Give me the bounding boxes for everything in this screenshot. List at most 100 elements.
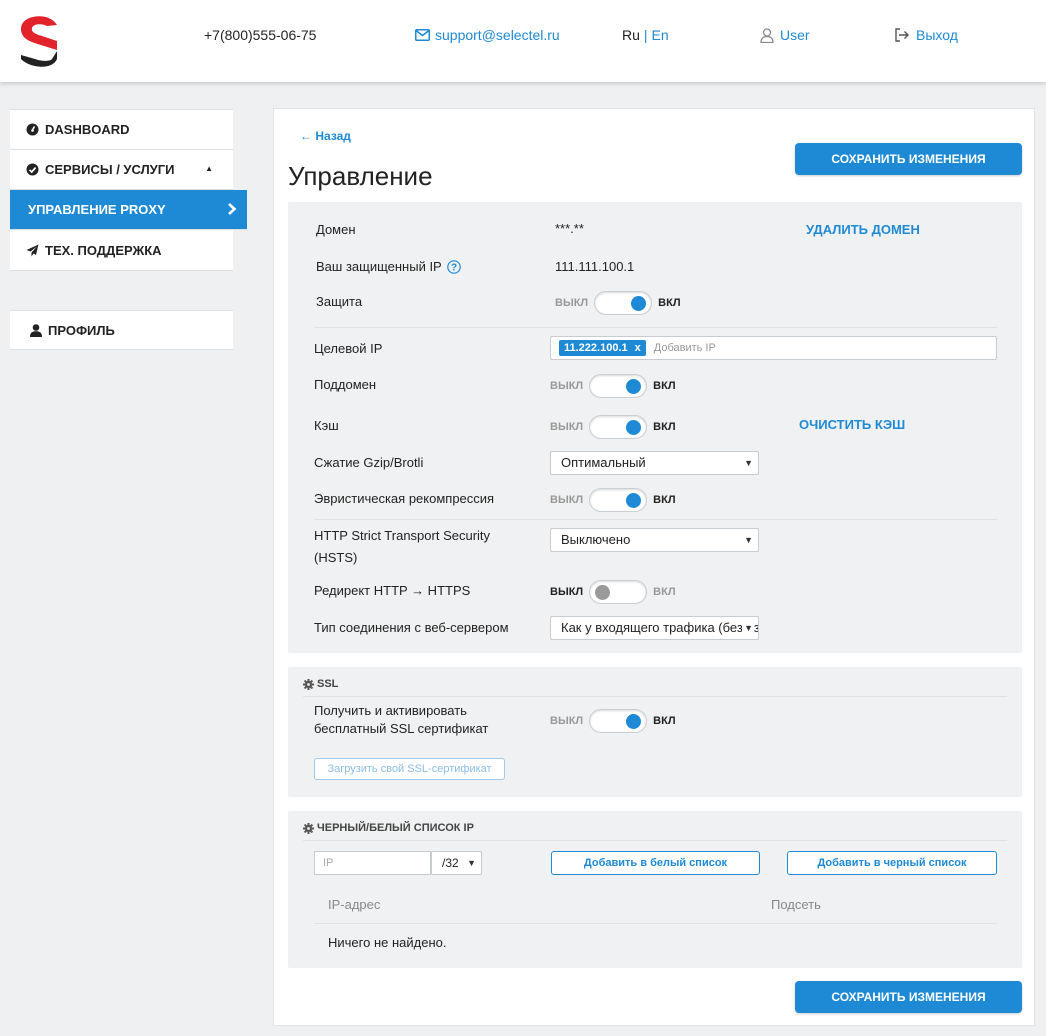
top-header: +7(800)555-06-75 support@selectel.ru Ru |…: [0, 0, 1046, 82]
sidebar-item-label: ТЕХ. ПОДДЕРЖКА: [45, 242, 162, 258]
heuristic-label: Эвристическая рекомпрессия: [314, 491, 495, 506]
lang-separator: |: [643, 27, 648, 43]
svg-text:?: ?: [451, 262, 457, 273]
divider: [314, 327, 997, 328]
hsts-select[interactable]: Выключено ▼: [550, 528, 759, 552]
toggle-off-label: ВЫКЛ: [555, 297, 589, 309]
ssl-label: Получить и активировать бесплатный SSL с…: [314, 702, 488, 738]
ip-input[interactable]: IP: [314, 851, 431, 875]
target-ip-label: Целевой IP: [314, 341, 383, 356]
toggle-on-label: ВКЛ: [658, 297, 681, 309]
toggle-knob: [626, 420, 642, 435]
domain-value: ***.**: [555, 221, 584, 236]
toggle-switch[interactable]: [589, 580, 648, 604]
add-blacklist-button[interactable]: Добавить в черный список: [787, 851, 997, 875]
lang-ru[interactable]: Ru: [622, 27, 640, 43]
caret-up-icon: ▲: [205, 164, 213, 173]
upload-ssl-button[interactable]: Загрузить свой SSL-сертификат: [314, 758, 505, 780]
gzip-label: Сжатие Gzip/Brotli: [314, 455, 424, 470]
toggle-on-label: ВКЛ: [653, 715, 676, 727]
ssl-toggle[interactable]: ВЫКЛ ВКЛ: [550, 709, 676, 733]
question-circle-icon[interactable]: ?: [446, 259, 461, 274]
redirect-toggle[interactable]: ВЫКЛ ВКЛ: [550, 580, 676, 604]
ip-list-heading-text: ЧЕРНЫЙ/БЕЛЫЙ СПИСОК IP: [317, 822, 474, 834]
cache-toggle[interactable]: ВЫКЛ ВКЛ: [550, 415, 676, 439]
toggle-knob: [626, 493, 642, 508]
subdomain-label: Поддомен: [314, 377, 377, 392]
toggle-off-label: ВЫКЛ: [550, 421, 584, 433]
subdomain-toggle[interactable]: ВЫКЛ ВКЛ: [550, 374, 676, 398]
sidebar-item-label: DASHBOARD: [45, 122, 130, 137]
check-circle-icon: [26, 163, 39, 176]
column-header-ip: IP-адрес: [328, 897, 381, 912]
heuristic-toggle[interactable]: ВЫКЛ ВКЛ: [550, 488, 676, 512]
sidebar-item-profile[interactable]: ПРОФИЛЬ: [10, 311, 233, 349]
ip-list-heading: ЧЕРНЫЙ/БЕЛЫЙ СПИСОК IP: [303, 822, 474, 834]
sidebar-item-services[interactable]: СЕРВИСЫ / УСЛУГИ ▲: [10, 150, 233, 190]
selectel-logo[interactable]: [18, 13, 60, 69]
user-menu[interactable]: User: [760, 26, 810, 44]
toggle-off-label: ВЫКЛ: [550, 715, 584, 727]
column-header-subnet: Подсеть: [771, 897, 821, 912]
ssl-heading-text: SSL: [317, 678, 339, 690]
ssl-heading: SSL: [303, 678, 338, 690]
toggle-switch[interactable]: [589, 709, 648, 733]
domain-label: Домен: [316, 222, 356, 237]
toggle-off-label: ВЫКЛ: [550, 586, 584, 598]
protected-ip-label: Ваш защищенный IP: [316, 259, 442, 274]
protection-toggle[interactable]: ВЫКЛ ВКЛ: [555, 291, 681, 315]
ssl-section: SSL Получить и активировать бесплатный S…: [288, 667, 1022, 797]
conn-type-selected-value: Как у входящего трафика (без изменений): [561, 620, 758, 635]
add-whitelist-button[interactable]: Добавить в белый список: [551, 851, 760, 875]
logout-link[interactable]: Выход: [894, 26, 958, 44]
caret-down-icon: ▼: [465, 852, 476, 874]
support-phone: +7(800)555-06-75: [204, 27, 317, 43]
back-link[interactable]: ← Назад: [300, 129, 351, 143]
clear-cache-link[interactable]: ОЧИСТИТЬ КЭШ: [799, 417, 905, 432]
caret-down-icon: ▼: [742, 452, 753, 474]
ip-tag: 11.222.100.1 x: [559, 340, 646, 356]
caret-down-icon: ▼: [742, 617, 753, 639]
sidebar-item-dashboard[interactable]: DASHBOARD: [10, 110, 233, 150]
divider: [303, 696, 1007, 697]
sidebar-item-support[interactable]: ТЕХ. ПОДДЕРЖКА: [10, 230, 233, 270]
sidebar-item-proxy[interactable]: УПРАВЛЕНИЕ PROXY: [10, 190, 247, 230]
delete-domain-link[interactable]: УДАЛИТЬ ДОМЕН: [806, 222, 920, 237]
toggle-knob: [626, 714, 642, 729]
save-changes-button-top[interactable]: СОХРАНИТЬ ИЗМЕНЕНИЯ: [795, 143, 1022, 175]
sidebar-item-label: УПРАВЛЕНИЕ PROXY: [28, 202, 166, 217]
language-switcher: Ru | En: [622, 26, 669, 44]
empty-table-message: Ничего не найдено.: [328, 935, 447, 950]
protected-ip-label-row: Ваш защищенный IP ?: [316, 259, 461, 274]
save-changes-button-bottom[interactable]: СОХРАНИТЬ ИЗМЕНЕНИЯ: [795, 981, 1022, 1013]
toggle-switch[interactable]: [589, 488, 648, 512]
gzip-select[interactable]: Оптимальный ▼: [550, 451, 759, 475]
lang-en[interactable]: En: [652, 27, 669, 43]
target-ip-input[interactable]: 11.222.100.1 x Добавить IP: [550, 336, 997, 360]
toggle-switch[interactable]: [589, 415, 648, 439]
hsts-label-line1: HTTP Strict Transport Security: [314, 528, 491, 543]
hsts-label: HTTP Strict Transport Security (HSTS): [314, 525, 490, 569]
toggle-on-label: ВКЛ: [653, 494, 676, 506]
envelope-icon: [415, 29, 430, 41]
ip-tag-remove[interactable]: x: [635, 342, 641, 354]
toggle-switch[interactable]: [589, 374, 648, 398]
paper-plane-icon: [26, 244, 39, 256]
conn-type-select[interactable]: Как у входящего трафика (без изменений) …: [550, 616, 759, 640]
toggle-knob: [631, 296, 647, 311]
toggle-off-label: ВЫКЛ: [550, 380, 584, 392]
user-icon: [760, 27, 774, 43]
proxy-settings-section: Домен ***.** УДАЛИТЬ ДОМЕН Ваш защищенны…: [288, 202, 1022, 653]
sidebar-nav: DASHBOARD СЕРВИСЫ / УСЛУГИ ▲ УПРАВЛЕНИЕ …: [10, 109, 247, 271]
mask-select[interactable]: /32 ▼: [431, 851, 482, 875]
add-ip-placeholder[interactable]: Добавить IP: [654, 342, 716, 354]
ip-input-placeholder: IP: [323, 857, 334, 869]
main-panel: ← Назад Управление СОХРАНИТЬ ИЗМЕНЕНИЯ Д…: [273, 108, 1035, 1026]
mask-selected-value: /32: [442, 856, 459, 870]
gear-icon: [303, 822, 314, 834]
toggle-switch[interactable]: [594, 291, 653, 315]
chevron-right-icon: [228, 203, 237, 215]
ip-list-section: ЧЕРНЫЙ/БЕЛЫЙ СПИСОК IP IP /32 ▼ Добавить…: [288, 811, 1022, 968]
support-email-link[interactable]: support@selectel.ru: [415, 26, 560, 44]
toggle-knob: [595, 585, 611, 600]
